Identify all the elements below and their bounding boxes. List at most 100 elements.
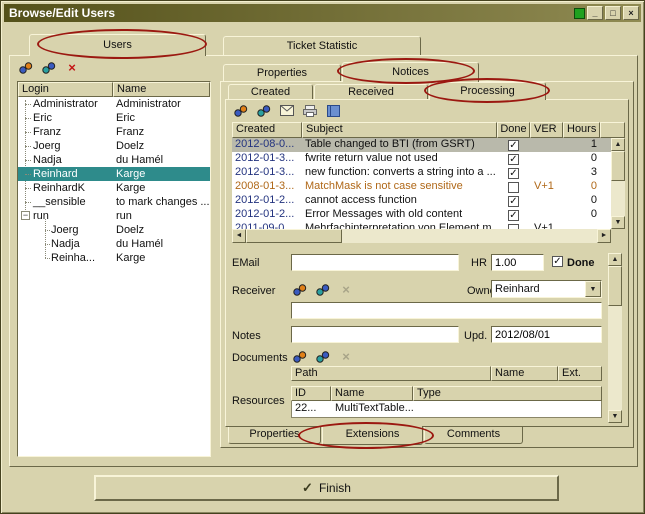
- email-field[interactable]: [291, 254, 459, 271]
- column-header-hours[interactable]: Hours: [563, 122, 600, 138]
- documents-table-header: Path Name Ext.: [291, 366, 602, 381]
- column-header-res-name[interactable]: Name: [331, 386, 413, 401]
- user-tree-row[interactable]: Joerg Doelz: [18, 223, 210, 237]
- close-button[interactable]: ×: [623, 6, 639, 20]
- scroll-down-icon[interactable]: ▼: [611, 216, 625, 229]
- column-header-created[interactable]: Created: [232, 122, 302, 138]
- done-checkbox[interactable]: [508, 182, 519, 193]
- hr-field[interactable]: [491, 254, 544, 271]
- user-tree-row[interactable]: ReinhardK Karge: [18, 181, 210, 195]
- upd-field[interactable]: [491, 326, 602, 343]
- notice-row-highlighted[interactable]: 2008-01-3... MatchMask is not case sensi…: [232, 180, 611, 194]
- remove-document-icon[interactable]: ×: [336, 349, 356, 365]
- user-tree-row[interactable]: __sensible to mark changes ...: [18, 195, 210, 209]
- notice-row[interactable]: 2012-01-3... new function: converts a st…: [232, 166, 611, 180]
- assign-user-icon[interactable]: [39, 60, 59, 76]
- notes-label: Notes: [232, 330, 261, 342]
- add-notice-icon[interactable]: [231, 103, 251, 119]
- notice-row[interactable]: 2012-01-2... Error Messages with old con…: [232, 208, 611, 222]
- scrollbar-thumb[interactable]: [246, 229, 342, 243]
- notice-created: 2011-09-0...: [232, 222, 302, 229]
- finish-button[interactable]: ✓ Finish: [94, 475, 559, 501]
- done-checkbox[interactable]: [508, 154, 519, 165]
- notice-row[interactable]: 2012-01-2... cannot access function 0: [232, 194, 611, 208]
- user-tree-row[interactable]: Nadja du Hamél: [18, 153, 210, 167]
- tab-users[interactable]: Users: [29, 34, 206, 56]
- notice-row[interactable]: 2012-01-3... fwrite return value not use…: [232, 152, 611, 166]
- assign-receiver-icon[interactable]: [313, 282, 333, 298]
- scroll-up-icon[interactable]: ▲: [608, 253, 622, 266]
- tab-received[interactable]: Received: [314, 84, 428, 99]
- add-user-icon[interactable]: [16, 60, 36, 76]
- column-header-ver[interactable]: VER: [530, 122, 563, 138]
- notice-row[interactable]: 2011-09-0... Mehrfachinterpretation von …: [232, 222, 611, 229]
- minimize-button[interactable]: _: [587, 6, 603, 20]
- notice-hours: 1: [563, 138, 600, 152]
- tree-expander-icon[interactable]: −: [21, 211, 30, 220]
- tab-properties[interactable]: Properties: [223, 64, 341, 81]
- tab-processing[interactable]: Processing: [429, 82, 546, 100]
- open-notebook-icon[interactable]: [323, 103, 343, 119]
- done-form-checkbox[interactable]: [552, 256, 563, 267]
- receiver-field[interactable]: [291, 302, 602, 319]
- done-checkbox[interactable]: [508, 168, 519, 179]
- done-checkbox[interactable]: [508, 210, 519, 221]
- user-tree-row[interactable]: Eric Eric: [18, 111, 210, 125]
- user-tree-row[interactable]: − run run: [18, 209, 210, 223]
- assign-document-icon[interactable]: [313, 349, 333, 365]
- scrollbar-corner: [611, 229, 625, 243]
- notice-ver: [530, 138, 563, 152]
- column-header-subject[interactable]: Subject: [302, 122, 497, 138]
- send-mail-icon[interactable]: [277, 103, 297, 119]
- column-header-done[interactable]: Done: [497, 122, 530, 138]
- tab-created[interactable]: Created: [228, 84, 313, 99]
- form-vertical-scrollbar[interactable]: ▲ ▼: [608, 253, 622, 423]
- resource-name: MultiTextTable...: [332, 401, 601, 417]
- scrollbar-thumb[interactable]: [608, 266, 622, 306]
- tab-ticket-statistic[interactable]: Ticket Statistic: [223, 36, 421, 55]
- tab-bottom-comments[interactable]: Comments: [424, 427, 523, 444]
- notes-field[interactable]: [291, 326, 459, 343]
- scroll-down-icon[interactable]: ▼: [608, 410, 622, 423]
- tab-notices[interactable]: Notices: [342, 62, 479, 82]
- tab-bottom-properties[interactable]: Properties: [228, 427, 321, 444]
- column-header-login[interactable]: Login: [18, 82, 113, 97]
- done-checkbox[interactable]: [508, 140, 519, 151]
- column-header-type[interactable]: Type: [413, 386, 602, 401]
- notices-horizontal-scrollbar[interactable]: ◄ ►: [232, 229, 611, 243]
- scroll-up-icon[interactable]: ▲: [611, 138, 625, 151]
- column-header-doc-name[interactable]: Name: [491, 366, 558, 381]
- done-checkbox[interactable]: [508, 196, 519, 207]
- title-bar[interactable]: Browse/Edit Users _ □ ×: [4, 4, 641, 22]
- assign-notice-icon[interactable]: [254, 103, 274, 119]
- user-tree-row-selected[interactable]: Reinhard Karge: [18, 167, 210, 181]
- user-tree-row[interactable]: Administrator Administrator: [18, 97, 210, 111]
- user-login: run: [18, 209, 113, 223]
- resources-table-header: ID Name Type: [291, 386, 602, 401]
- chevron-down-icon[interactable]: ▼: [585, 281, 601, 297]
- scroll-right-icon[interactable]: ►: [597, 229, 611, 243]
- user-tree-row[interactable]: Joerg Doelz: [18, 139, 210, 153]
- user-tree-row[interactable]: Reinha... Karge: [18, 251, 210, 265]
- user-name: Doelz: [113, 139, 210, 153]
- delete-user-icon[interactable]: ×: [62, 60, 82, 76]
- owner-dropdown[interactable]: Reinhard ▼: [491, 280, 602, 298]
- user-tree-row[interactable]: Nadja du Hamél: [18, 237, 210, 251]
- user-login: Reinha...: [18, 251, 113, 265]
- column-header-id[interactable]: ID: [291, 386, 331, 401]
- column-header-name[interactable]: Name: [113, 82, 210, 97]
- notice-subject: Table changed to BTI (from GSRT): [302, 138, 497, 152]
- user-tree-row[interactable]: Franz Franz: [18, 125, 210, 139]
- add-receiver-icon[interactable]: [290, 282, 310, 298]
- scrollbar-thumb[interactable]: [611, 151, 625, 181]
- column-header-ext[interactable]: Ext.: [558, 366, 602, 381]
- column-header-path[interactable]: Path: [291, 366, 491, 381]
- maximize-button[interactable]: □: [605, 6, 621, 20]
- print-icon[interactable]: [300, 103, 320, 119]
- notice-row-selected[interactable]: 2012-08-0... Table changed to BTI (from …: [232, 138, 611, 152]
- tab-bottom-extensions[interactable]: Extensions: [322, 426, 423, 445]
- remove-receiver-icon[interactable]: ×: [336, 282, 356, 298]
- scroll-left-icon[interactable]: ◄: [232, 229, 246, 243]
- add-document-icon[interactable]: [290, 349, 310, 365]
- notices-vertical-scrollbar[interactable]: ▲ ▼: [611, 138, 625, 229]
